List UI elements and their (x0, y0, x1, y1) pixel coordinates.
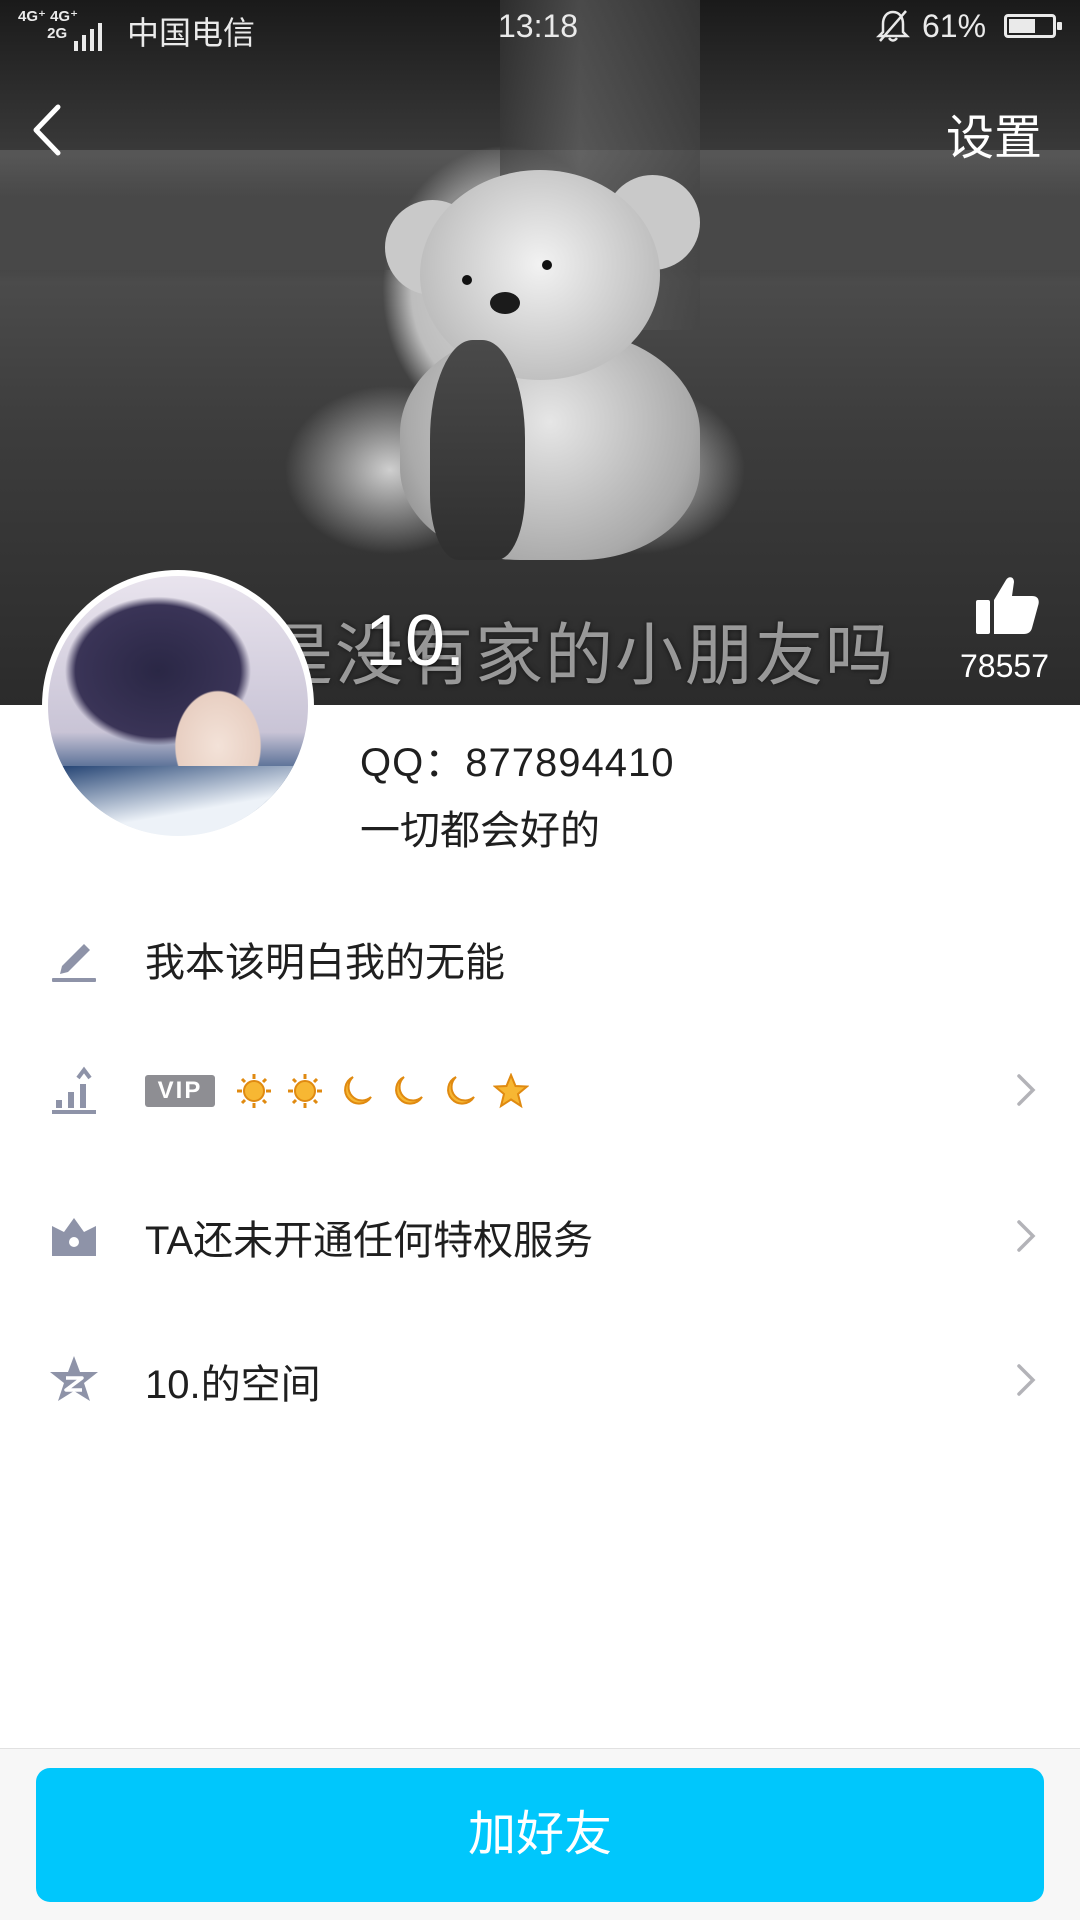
chevron-right-icon (1017, 1220, 1036, 1252)
vip-level-icons (236, 1070, 535, 1109)
thumbs-up-icon (976, 577, 1039, 634)
signature-row[interactable]: 我本该明白我的无能 (0, 898, 1080, 1018)
add-friend-button[interactable]: 加好友 (36, 1768, 1044, 1902)
pencil-icon (52, 944, 96, 982)
profile-name: 10. (365, 601, 466, 681)
profile-page: 是没有家的小朋友吗 4G⁺ 4G⁺ 2G 中国电信 13:18 61% 设置 1… (0, 0, 1080, 1920)
privilege-row[interactable]: TA还未开通任何特权服务 (0, 1176, 1080, 1296)
moon-level-icon (395, 1076, 424, 1105)
sun-level-icon (288, 1074, 323, 1109)
moon-level-icon (344, 1076, 372, 1105)
cat-silhouette (430, 340, 525, 560)
battery-percent: 61% (922, 8, 987, 44)
privilege-text: TA还未开通任何特权服务 (145, 1219, 594, 1263)
bear-nose (490, 292, 520, 314)
bell-muted-icon (875, 8, 911, 52)
settings-button[interactable]: 设置 (946, 98, 1042, 168)
qzone-space-text: 10.的空间 (145, 1363, 321, 1407)
avatar[interactable] (42, 570, 314, 842)
vip-badge: VIP (145, 1075, 215, 1107)
qq-number-line[interactable]: QQ：877894410 (360, 730, 674, 788)
chevron-right-icon (1017, 1364, 1036, 1396)
qq-number: 877894410 (465, 741, 675, 785)
avatar-collar (48, 766, 308, 836)
cover-caption: 是没有家的小朋友吗 (265, 618, 896, 694)
qzone-space-row[interactable]: 10.的空间 (0, 1320, 1080, 1440)
signal-bars-icon (74, 14, 106, 51)
back-arrow-icon (33, 104, 61, 156)
crown-icon (52, 1218, 96, 1256)
motto: 一切都会好的 (360, 809, 600, 853)
qq-label: QQ： (360, 741, 466, 785)
bear-eye-left (462, 275, 472, 285)
battery-tip (1057, 22, 1062, 30)
signature-text: 我本该明白我的无能 (145, 941, 505, 985)
qzone-star-icon (50, 1356, 98, 1401)
like-count: 78557 (960, 648, 1049, 684)
status-bar: 4G⁺ 4G⁺ 2G 中国电信 13:18 61% (0, 0, 1080, 56)
clock: 13:18 (498, 8, 579, 44)
back-button[interactable] (22, 95, 82, 165)
star-level-icon (493, 1073, 530, 1109)
level-chart-icon (52, 1066, 96, 1114)
carrier-name: 中国电信 (127, 15, 256, 51)
sun-level-icon (237, 1074, 271, 1109)
moon-level-icon (446, 1076, 475, 1105)
chevron-right-icon (1017, 1074, 1036, 1106)
bear-eye-right (542, 260, 552, 270)
vip-level-row[interactable]: VIP (0, 1030, 1080, 1150)
network-indicator: 4G⁺ 4G⁺ 2G (18, 8, 79, 42)
battery-icon (1004, 14, 1062, 38)
battery-fill (1009, 19, 1035, 33)
